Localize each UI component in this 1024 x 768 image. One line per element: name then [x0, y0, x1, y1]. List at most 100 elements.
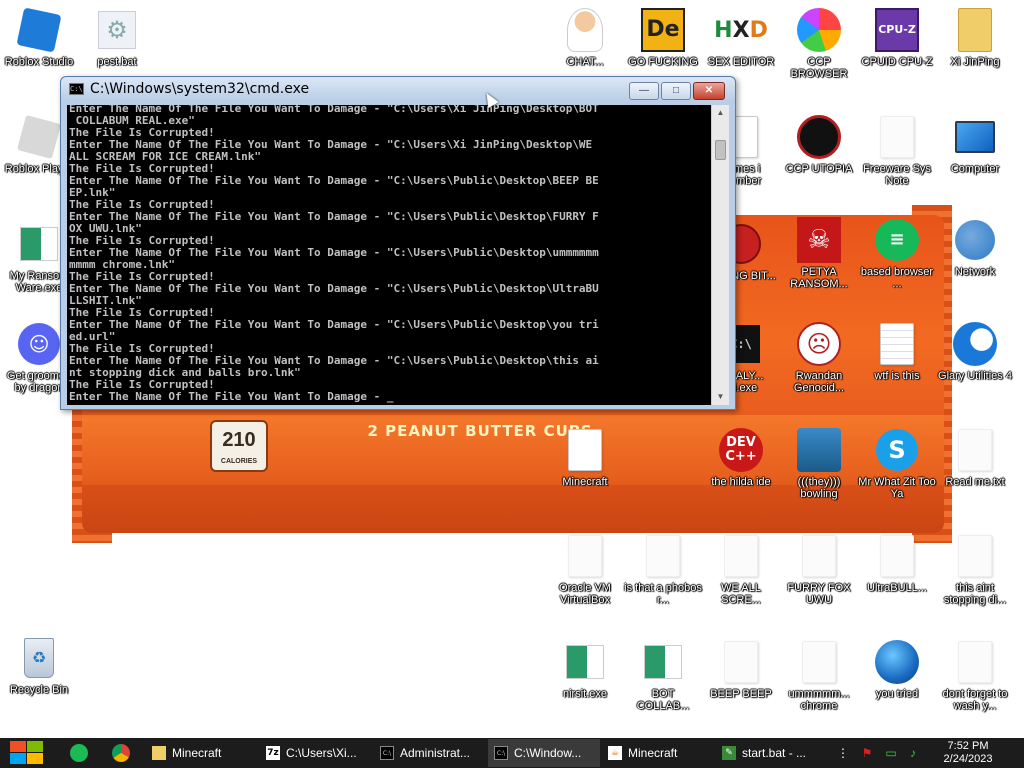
text-file-icon — [953, 428, 997, 472]
skull-icon: ☠ — [797, 217, 841, 263]
taskbar-item-minecraft-folder[interactable]: Minecraft — [146, 739, 254, 767]
file-icon — [875, 115, 919, 159]
desktop-icon-nirsit[interactable]: nirsit.exe — [546, 640, 624, 700]
desktop-icon-hilda-ide[interactable]: DEV C++ the hilda ide — [702, 428, 780, 488]
taskbar-item-minecraft-java[interactable]: ☕ Minecraft — [602, 739, 714, 767]
desktop-icon-ccp-utopia[interactable]: CCP UTOPIA — [780, 115, 858, 175]
desktop-icon-we-all-scream[interactable]: WE ALL SCRE... — [702, 534, 780, 606]
desktop-icon-ummm-chrome[interactable]: ummmmm... chrome — [780, 640, 858, 712]
desktop-icon-petya[interactable]: ☠ PETYA RANSOM... — [780, 217, 858, 290]
file-icon — [953, 640, 997, 684]
desktop-icon-hex-editor[interactable]: HXD SEX EDITOR — [702, 8, 780, 69]
desktop-icon-skype[interactable]: S Mr What Zit Too Ya — [858, 428, 936, 500]
taskbar: Minecraft 7z C:\Users\Xi... C:\ Administ… — [0, 738, 1024, 768]
user-folder-icon — [953, 8, 997, 52]
desktop-icon-freeware-sys-note[interactable]: Freeware Sys Note — [858, 115, 936, 187]
cmd-titlebar[interactable]: C:\ C:\Windows\system32\cmd.exe — □ ✕ — [61, 77, 735, 101]
face-meme-icon: ☹ — [797, 322, 841, 366]
desktop-icon-glary-utilities[interactable]: Glary Utilities 4 — [936, 322, 1014, 382]
windows-logo-icon — [10, 741, 26, 752]
ransomware-icon — [641, 640, 685, 684]
hxd-icon: HXD — [714, 17, 768, 43]
close-button[interactable]: ✕ — [693, 82, 725, 100]
console-output[interactable]: Enter The Name Of The File You Want To D… — [67, 105, 711, 405]
desktop-icon-ccp-browser[interactable]: CCP BROWSER — [780, 8, 858, 80]
file-icon — [563, 534, 607, 578]
taskbar-item-admin-cmd[interactable]: C:\ Administrat... — [374, 739, 486, 767]
desktop-icon-network[interactable]: Network — [936, 218, 1014, 278]
desktop-icon-recycle-bin[interactable]: ♻ Recycle Bin — [0, 636, 78, 696]
cmd-window[interactable]: C:\ C:\Windows\system32\cmd.exe — □ ✕ En… — [60, 76, 736, 410]
desktop-icon-chat[interactable]: CHAT... — [546, 8, 624, 68]
skype-icon: S — [875, 428, 919, 472]
desktop-icon-cpuz[interactable]: CPU-Z CPUID CPU-Z — [858, 8, 936, 68]
network-icon[interactable]: ▭ — [884, 746, 898, 760]
desktop-icon-this-aint-stopping[interactable]: this aint stopping di... — [936, 534, 1014, 606]
start-button[interactable] — [8, 741, 44, 765]
desktop-icon-go[interactable]: De GO FUCKING — [624, 8, 702, 68]
console-line: Enter The Name Of The File You Want To D… — [69, 174, 599, 187]
taskbar-item-notepadpp[interactable]: ✎ start.bat - ... — [716, 739, 828, 767]
desktop-icon-dont-forget[interactable]: dont forget to wash y... — [936, 640, 1014, 712]
file-icon — [719, 640, 763, 684]
cpuz-icon: CPU-Z — [875, 8, 919, 52]
gear-icon: ⚙ — [95, 8, 139, 52]
bowling-game-icon — [797, 428, 841, 472]
vertical-scrollbar[interactable]: ▲ ▼ — [711, 105, 729, 405]
taskbar-item-cmd-active[interactable]: C:\ C:\Window... — [488, 739, 600, 767]
file-icon — [641, 534, 685, 578]
spotify-icon[interactable] — [70, 744, 88, 762]
desktop-icon-xi-jinping[interactable]: Xi JinPing — [936, 8, 1014, 68]
desktop-icon-ultrabull[interactable]: UltraBULL... — [858, 534, 936, 594]
roblox-studio-icon — [16, 7, 62, 53]
devcpp-icon: DEV C++ — [719, 428, 763, 472]
cmd-icon: C:\ — [494, 746, 508, 760]
desktop-icon-computer[interactable]: Computer — [936, 115, 1014, 175]
desktop-icon-wtf-is-this[interactable]: wtf is this — [858, 322, 936, 382]
console-line: Enter The Name Of The File You Want To D… — [69, 318, 599, 331]
scrollbar-thumb[interactable] — [715, 140, 726, 160]
file-icon — [797, 534, 841, 578]
desktop-icon-bowling[interactable]: (((they))) bowling — [780, 428, 858, 500]
desktop-icon-you-tried[interactable]: you tried — [858, 640, 936, 700]
desktop-icon-roblox-studio[interactable]: Roblox Studio — [0, 7, 78, 68]
maximize-button[interactable]: □ — [661, 82, 691, 100]
ransomware-icon — [563, 640, 607, 684]
settings-file-icon — [875, 322, 919, 366]
recycle-bin-icon: ♻ — [17, 636, 61, 680]
desktop-icon-rwandan-genocide[interactable]: ☹ Rwandan Genocid... — [780, 322, 858, 394]
more-options-icon[interactable]: ⋮ — [836, 746, 850, 760]
desktop-icon-furry-fox[interactable]: FURRY FOX UWU — [780, 534, 858, 606]
discord-icon: ☺ — [17, 322, 61, 366]
volume-icon[interactable]: ♪ — [906, 746, 920, 760]
utopia-icon — [797, 115, 841, 159]
chrome-icon[interactable] — [112, 744, 130, 762]
desktop-icon-beep-beep[interactable]: BEEP BEEP — [702, 640, 780, 700]
clock-time: 7:52 PM — [947, 740, 989, 752]
de-logo-icon: De — [641, 8, 685, 52]
desktop-icon-phobos[interactable]: is that a phobos r... — [624, 534, 702, 606]
java-icon: ☕ — [608, 746, 622, 760]
desktop-icon-bot-collab[interactable]: BOT COLLAB... — [624, 640, 702, 712]
computer-icon — [953, 115, 997, 159]
network-globe-icon — [953, 218, 997, 262]
chat-bubble-icon: ≡ — [875, 218, 919, 262]
minimize-button[interactable]: — — [629, 82, 659, 100]
desktop-icon-based-browser[interactable]: ≡ based browser ... — [858, 218, 936, 290]
desktop-icon-virtualbox[interactable]: Oracle VM VirtualBox — [546, 534, 624, 606]
taskbar-item-7zip[interactable]: 7z C:\Users\Xi... — [260, 739, 372, 767]
roblox-player-icon — [16, 114, 62, 160]
scroll-down-arrow-icon[interactable]: ▼ — [712, 389, 729, 405]
console-line: Enter The Name Of The File You Want To D… — [69, 390, 394, 403]
desktop-icon-pest-bat[interactable]: ⚙ pest.bat — [78, 8, 156, 68]
desktop-icon-minecraft[interactable]: Minecraft — [546, 428, 624, 488]
console-line: Enter The Name Of The File You Want To D… — [69, 210, 599, 223]
cmd-icon: C:\ — [69, 83, 84, 95]
globe-icon — [875, 640, 919, 684]
file-icon — [953, 534, 997, 578]
system-clock[interactable]: 7:52 PM 2/24/2023 — [928, 740, 1008, 766]
notepadpp-icon: ✎ — [722, 746, 736, 760]
scroll-up-arrow-icon[interactable]: ▲ — [712, 105, 729, 121]
desktop-icon-read-me[interactable]: Read me.txt — [936, 428, 1014, 488]
flag-icon[interactable]: ⚑ — [860, 746, 874, 760]
